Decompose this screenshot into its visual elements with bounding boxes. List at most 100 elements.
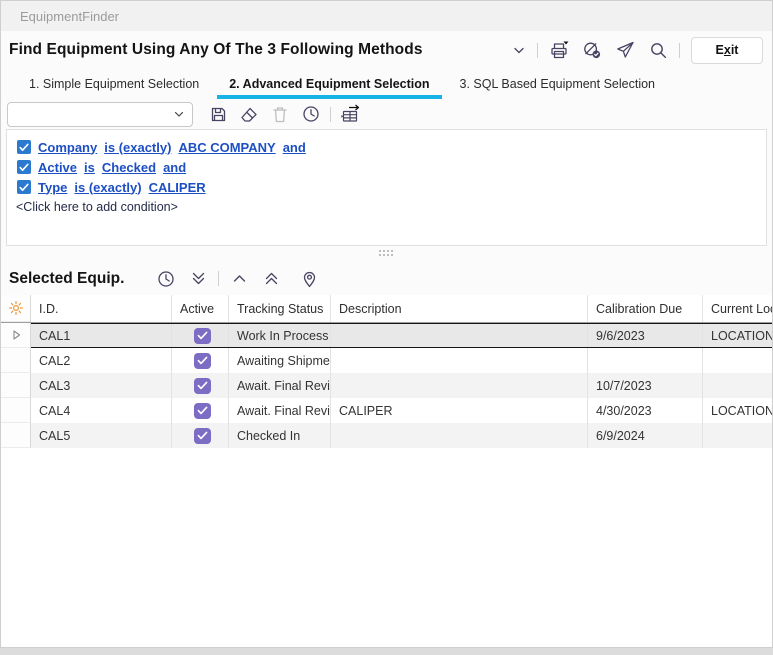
grid-empty-area	[1, 448, 772, 648]
active-checkbox[interactable]	[194, 403, 211, 419]
exit-button[interactable]: Exit	[691, 37, 763, 64]
cell-active	[172, 373, 229, 398]
cell-current-location	[703, 373, 773, 398]
condition-value-link[interactable]: ABC COMPANY	[178, 140, 275, 155]
toolbar-separator	[537, 43, 538, 58]
column-header-active[interactable]: Active	[172, 295, 229, 322]
add-condition-link[interactable]: <Click here to add condition>	[13, 197, 760, 217]
column-header-id[interactable]: I.D.	[31, 295, 172, 322]
location-pin-icon[interactable]	[297, 267, 321, 291]
condition-conjunction-link[interactable]: and	[163, 160, 186, 175]
history-button[interactable]	[154, 267, 178, 291]
tab-sql-based-equipment-selection[interactable]: 3. SQL Based Equipment Selection	[448, 69, 668, 99]
condition-checkbox[interactable]	[17, 180, 31, 194]
header-toolbar: Exit	[510, 37, 763, 64]
grid-corner-sun-icon[interactable]	[1, 295, 31, 322]
table-row[interactable]: CAL5 Checked In 6/9/2024	[1, 423, 772, 448]
condition-row: Company is (exactly) ABC COMPANY and	[13, 137, 760, 157]
run-query-grid-button[interactable]	[338, 102, 362, 126]
cell-tracking-status: Work In Process	[229, 323, 331, 348]
equipment-finder-window: EquipmentFinder Find Equipment Using Any…	[0, 0, 773, 648]
row-selector-cell[interactable]	[1, 348, 31, 373]
condition-field-link[interactable]: Active	[38, 160, 77, 175]
tab-simple-equipment-selection[interactable]: 1. Simple Equipment Selection	[17, 69, 211, 99]
page-title: Find Equipment Using Any Of The 3 Follow…	[9, 41, 510, 59]
query-toolbar	[1, 99, 772, 129]
clear-query-button[interactable]	[237, 102, 261, 126]
active-checkbox[interactable]	[194, 378, 211, 394]
column-header-current-location[interactable]: Current Location	[703, 295, 773, 322]
column-header-description[interactable]: Description	[331, 295, 588, 322]
move-up-icon[interactable]	[227, 267, 251, 291]
chevron-down-icon[interactable]	[510, 38, 528, 62]
condition-value-link[interactable]: CALIPER	[149, 180, 206, 195]
cell-id: CAL5	[31, 423, 172, 448]
conditions-panel: Company is (exactly) ABC COMPANY and Act…	[6, 129, 767, 246]
selection-method-tabs: 1. Simple Equipment Selection 2. Advance…	[1, 69, 772, 99]
saved-query-combobox[interactable]	[7, 102, 193, 127]
cell-active	[172, 348, 229, 373]
condition-field-link[interactable]: Company	[38, 140, 97, 155]
table-row[interactable]: CAL4 Await. Final Review CALIPER 4/30/20…	[1, 398, 772, 423]
cell-tracking-status: Await. Final Review	[229, 373, 331, 398]
save-query-button[interactable]	[206, 102, 230, 126]
column-header-tracking-status[interactable]: Tracking Status	[229, 295, 331, 322]
condition-checkbox[interactable]	[17, 140, 31, 154]
cell-current-location: LOCATION 1	[703, 323, 773, 348]
column-header-calibration-due[interactable]: Calibration Due	[588, 295, 703, 322]
cell-calibration-due	[588, 348, 703, 373]
collapse-all-icon[interactable]	[186, 267, 210, 291]
query-history-button[interactable]	[299, 102, 323, 126]
tab-advanced-equipment-selection[interactable]: 2. Advanced Equipment Selection	[217, 69, 441, 99]
cell-id: CAL2	[31, 348, 172, 373]
table-row[interactable]: CAL1 Work In Process 9/6/2023 LOCATION 1	[1, 323, 772, 348]
page-header: Find Equipment Using Any Of The 3 Follow…	[1, 31, 772, 69]
condition-conjunction-link[interactable]: and	[283, 140, 306, 155]
combobox-chevron-down-icon[interactable]	[166, 107, 192, 121]
condition-operator-link[interactable]: is	[84, 160, 95, 175]
row-selector-cell[interactable]	[1, 373, 31, 398]
cell-calibration-due: 4/30/2023	[588, 398, 703, 423]
active-checkbox[interactable]	[194, 428, 211, 444]
cell-description: CALIPER	[331, 398, 588, 423]
grid-header-row: I.D. Active Tracking Status Description …	[1, 295, 772, 323]
search-icon[interactable]	[646, 38, 670, 62]
toolbar-separator	[330, 107, 331, 122]
condition-operator-link[interactable]: is (exactly)	[74, 180, 141, 195]
condition-field-link[interactable]: Type	[38, 180, 67, 195]
cell-calibration-due: 9/6/2023	[588, 323, 703, 348]
selected-equip-bar: Selected Equip.	[1, 262, 772, 295]
cell-tracking-status: Checked In	[229, 423, 331, 448]
delete-query-button[interactable]	[268, 102, 292, 126]
condition-operator-link[interactable]: is (exactly)	[104, 140, 171, 155]
cell-id: CAL3	[31, 373, 172, 398]
row-selector-cell[interactable]	[1, 423, 31, 448]
policy-check-icon[interactable]	[580, 38, 604, 62]
selected-equipment-grid: I.D. Active Tracking Status Description …	[1, 295, 772, 648]
print-button[interactable]	[547, 38, 571, 62]
cell-description	[331, 423, 588, 448]
send-icon[interactable]	[613, 38, 637, 62]
condition-checkbox[interactable]	[17, 160, 31, 174]
cell-active	[172, 323, 229, 348]
cell-tracking-status: Awaiting Shipment	[229, 348, 331, 373]
cell-active	[172, 398, 229, 423]
active-checkbox[interactable]	[194, 353, 211, 369]
table-row[interactable]: CAL2 Awaiting Shipment	[1, 348, 772, 373]
table-row[interactable]: CAL3 Await. Final Review 10/7/2023	[1, 373, 772, 398]
cell-id: CAL1	[31, 323, 172, 348]
row-selector-arrow-icon[interactable]	[1, 323, 31, 348]
condition-value-link[interactable]: Checked	[102, 160, 156, 175]
cell-calibration-due: 10/7/2023	[588, 373, 703, 398]
cell-description	[331, 373, 588, 398]
cell-current-location	[703, 348, 773, 373]
expand-all-icon[interactable]	[259, 267, 283, 291]
cell-active	[172, 423, 229, 448]
condition-row: Type is (exactly) CALIPER	[13, 177, 760, 197]
splitter-grip-icon	[379, 250, 395, 258]
row-selector-cell[interactable]	[1, 398, 31, 423]
selected-equip-label: Selected Equip.	[9, 270, 124, 288]
cell-description	[331, 348, 588, 373]
active-checkbox[interactable]	[194, 328, 211, 344]
panel-splitter[interactable]	[1, 246, 772, 262]
